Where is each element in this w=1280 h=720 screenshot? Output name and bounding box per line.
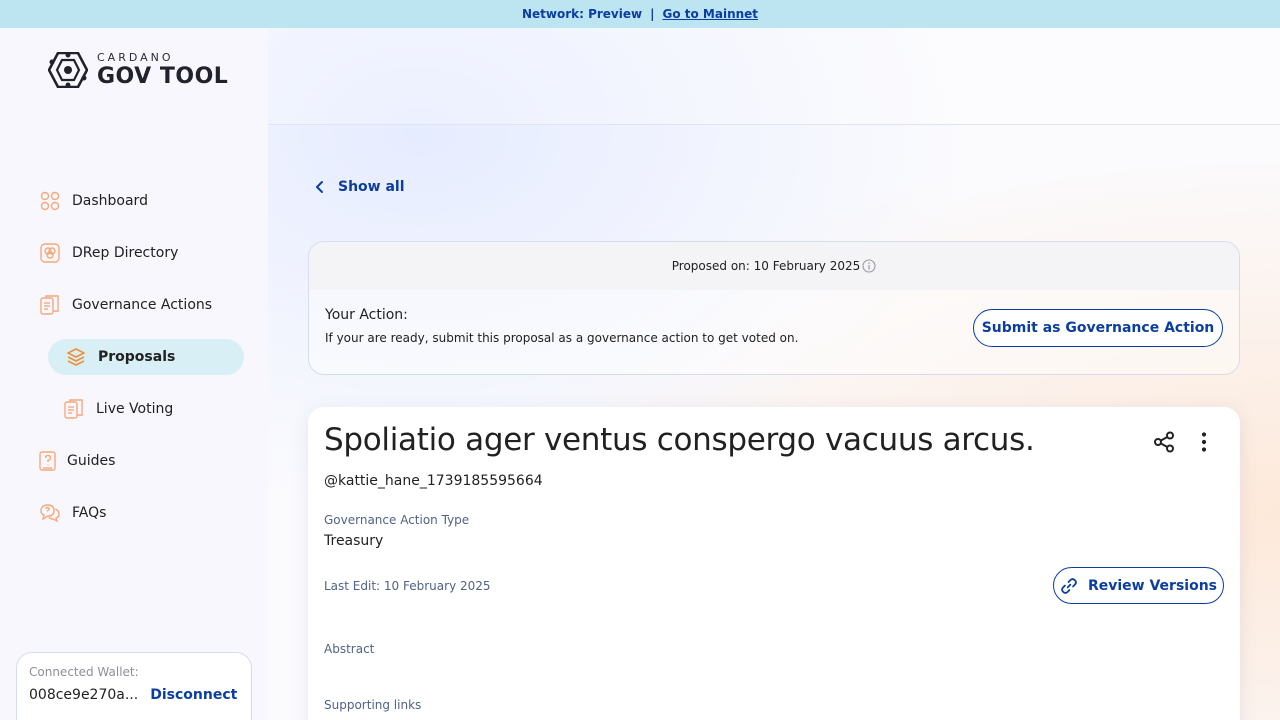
main-content: Show all Proposed on: 10 February 2025 Y…: [268, 28, 1280, 720]
banner-separator: |: [650, 7, 655, 21]
sidebar-item-proposals[interactable]: Proposals: [48, 339, 244, 375]
sidebar-item-label: Governance Actions: [72, 297, 213, 313]
sidebar-item-guides[interactable]: Guides: [38, 451, 115, 471]
faqs-icon: [40, 504, 60, 523]
sidebar-item-label: Live Voting: [96, 401, 174, 417]
live-voting-icon: [64, 399, 83, 419]
network-banner: Network: Preview | Go to Mainnet: [0, 0, 1280, 28]
sidebar-item-label: DRep Directory: [72, 245, 179, 261]
governance-action-type-value: Treasury: [324, 533, 384, 549]
abstract-label: Abstract: [324, 642, 375, 656]
cardano-logo-icon: [48, 52, 88, 88]
sidebar-item-label: Dashboard: [72, 193, 148, 209]
disconnect-button[interactable]: Disconnect: [150, 687, 237, 703]
governance-actions-icon: [40, 295, 59, 315]
proposal-card: Spoliatio ager ventus conspergo vacuus a…: [308, 407, 1240, 720]
show-all-label: Show all: [338, 179, 405, 195]
review-versions-button[interactable]: Review Versions: [1053, 567, 1224, 604]
top-bar: [268, 28, 1280, 125]
sidebar-item-governance-actions[interactable]: Governance Actions: [40, 295, 212, 315]
link-icon: [1061, 577, 1077, 594]
wallet-address: 008ce9e270a...: [29, 687, 139, 703]
submit-button-label: Submit as Governance Action: [981, 320, 1215, 336]
sidebar-item-drep-directory[interactable]: DRep Directory: [40, 243, 178, 263]
proposed-on-header: Proposed on: 10 February 2025: [309, 242, 1239, 290]
sidebar: CARDANO GOV TOOL Dashboard DRep Director…: [0, 28, 268, 720]
sidebar-item-label: Proposals: [98, 349, 176, 365]
sidebar-item-label: FAQs: [72, 505, 107, 521]
share-icon[interactable]: [1153, 431, 1175, 453]
go-to-mainnet-link[interactable]: Go to Mainnet: [662, 7, 758, 21]
sidebar-item-dashboard[interactable]: Dashboard: [40, 191, 148, 211]
your-action-description: If your are ready, submit this proposal …: [325, 331, 799, 345]
sidebar-item-faqs[interactable]: FAQs: [40, 503, 106, 523]
proposal-title: Spoliatio ager ventus conspergo vacuus a…: [324, 422, 1035, 458]
show-all-link[interactable]: Show all: [312, 179, 405, 195]
last-edit-date: Last Edit: 10 February 2025: [324, 579, 491, 593]
logo-small-text: CARDANO: [97, 51, 174, 64]
info-icon[interactable]: [862, 259, 876, 273]
review-versions-label: Review Versions: [1087, 577, 1218, 594]
your-action-card: Proposed on: 10 February 2025 Your Actio…: [308, 241, 1240, 375]
drep-directory-icon: [40, 243, 60, 263]
your-action-title: Your Action:: [325, 307, 408, 323]
network-label: Network: Preview: [521, 7, 643, 21]
logo-big-text: GOV TOOL: [97, 64, 229, 89]
guides-icon: [39, 451, 56, 471]
proposed-on-date: Proposed on: 10 February 2025: [671, 259, 861, 273]
wallet-label: Connected Wallet:: [29, 665, 139, 679]
connected-wallet-card: Connected Wallet: 008ce9e270a... Disconn…: [16, 652, 252, 720]
supporting-links-label: Supporting links: [324, 698, 422, 712]
proposal-author: @kattie_hane_1739185595664: [324, 473, 543, 489]
chevron-left-icon: [316, 181, 323, 193]
submit-governance-action-button[interactable]: Submit as Governance Action: [973, 309, 1223, 347]
more-vertical-icon[interactable]: [1193, 431, 1215, 453]
governance-action-type-label: Governance Action Type: [324, 513, 470, 527]
dashboard-icon: [40, 191, 60, 211]
logo[interactable]: CARDANO GOV TOOL: [48, 52, 228, 88]
sidebar-item-live-voting[interactable]: Live Voting: [64, 399, 173, 419]
sidebar-item-label: Guides: [67, 453, 116, 469]
proposals-icon: [67, 348, 85, 366]
